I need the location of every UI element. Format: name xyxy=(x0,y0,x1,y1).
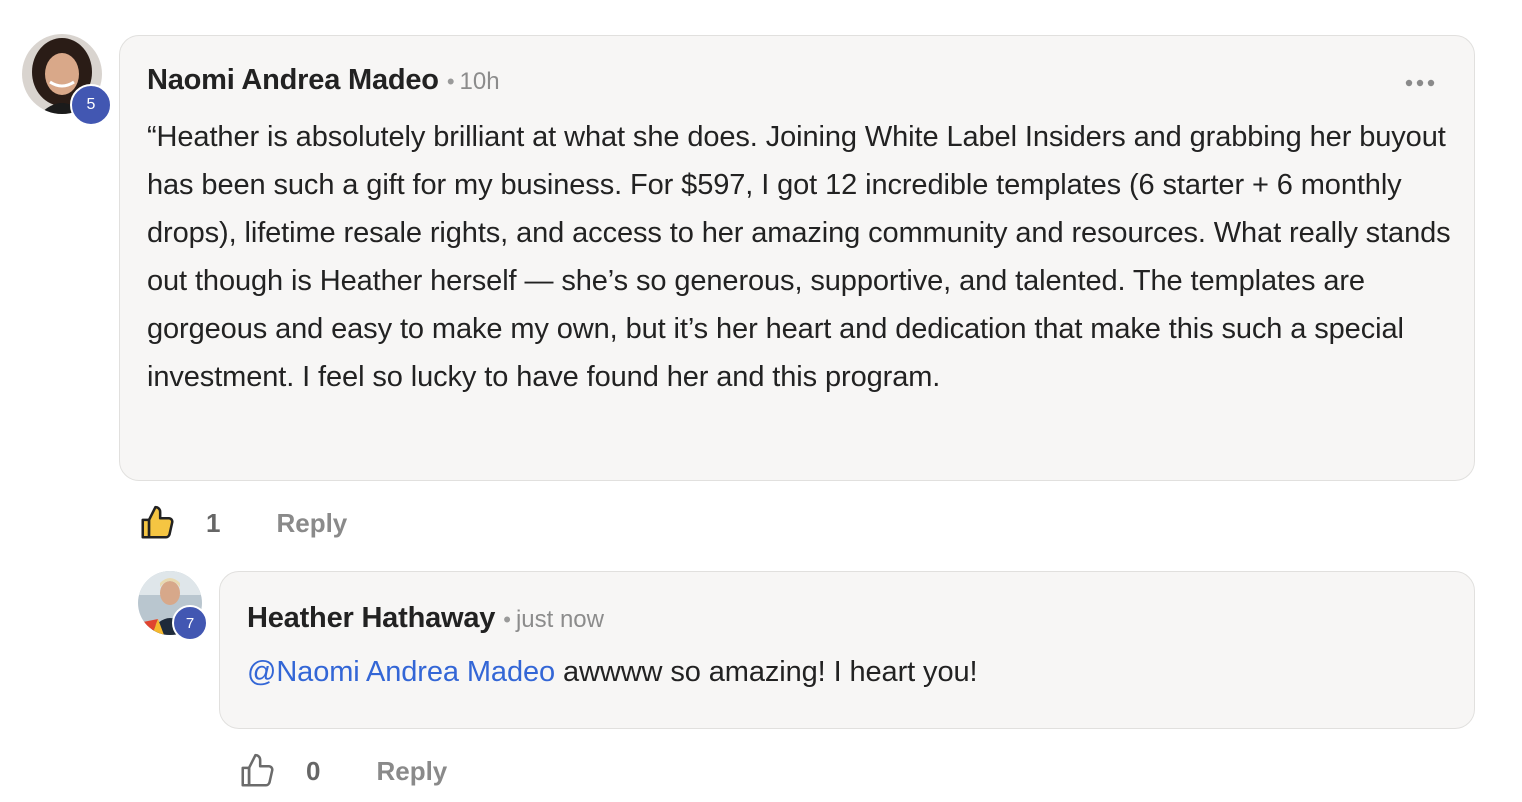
reply-header: Heather Hathaway • just now xyxy=(247,602,604,635)
like-count: 0 xyxy=(306,755,321,786)
separator-dot: • xyxy=(503,607,511,632)
like-button[interactable] xyxy=(238,752,276,790)
more-options-button[interactable] xyxy=(1401,71,1441,95)
comment-timestamp: 10h xyxy=(459,68,500,95)
reply-author-name[interactable]: Heather Hathaway xyxy=(247,602,495,634)
reply-button[interactable]: Reply xyxy=(276,508,347,539)
reply-bubble: Heather Hathaway • just now @Naomi Andrea … xyxy=(219,571,1475,729)
author-name[interactable]: Naomi Andrea Madeo xyxy=(147,64,439,96)
reply-actions: 0 Reply xyxy=(238,751,447,791)
reply-text: awwww so amazing! I heart you! xyxy=(555,656,978,688)
comment-header: Naomi Andrea Madeo • 10h xyxy=(147,64,500,97)
level-badge: 5 xyxy=(70,84,112,126)
like-count: 1 xyxy=(206,507,221,538)
like-button[interactable] xyxy=(138,504,176,542)
separator-dot: • xyxy=(446,69,455,94)
level-badge: 7 xyxy=(172,605,208,641)
thumbs-up-icon xyxy=(141,505,174,539)
reply-button[interactable]: Reply xyxy=(376,756,447,787)
comment-bubble: Naomi Andrea Madeo • 10h “Heather is absol… xyxy=(119,35,1475,481)
comment-actions: 1 Reply xyxy=(138,503,347,543)
more-horizontal-icon xyxy=(1405,79,1435,87)
mention-link[interactable]: @Naomi Andrea Madeo xyxy=(247,656,555,688)
comment-body: “Heather is absolutely brilliant at what… xyxy=(147,121,1451,393)
reply-body: @Naomi Andrea Madeo awwww so amazing! I … xyxy=(247,648,1447,696)
reply-timestamp: just now xyxy=(515,606,604,633)
thumbs-up-icon xyxy=(241,753,274,787)
